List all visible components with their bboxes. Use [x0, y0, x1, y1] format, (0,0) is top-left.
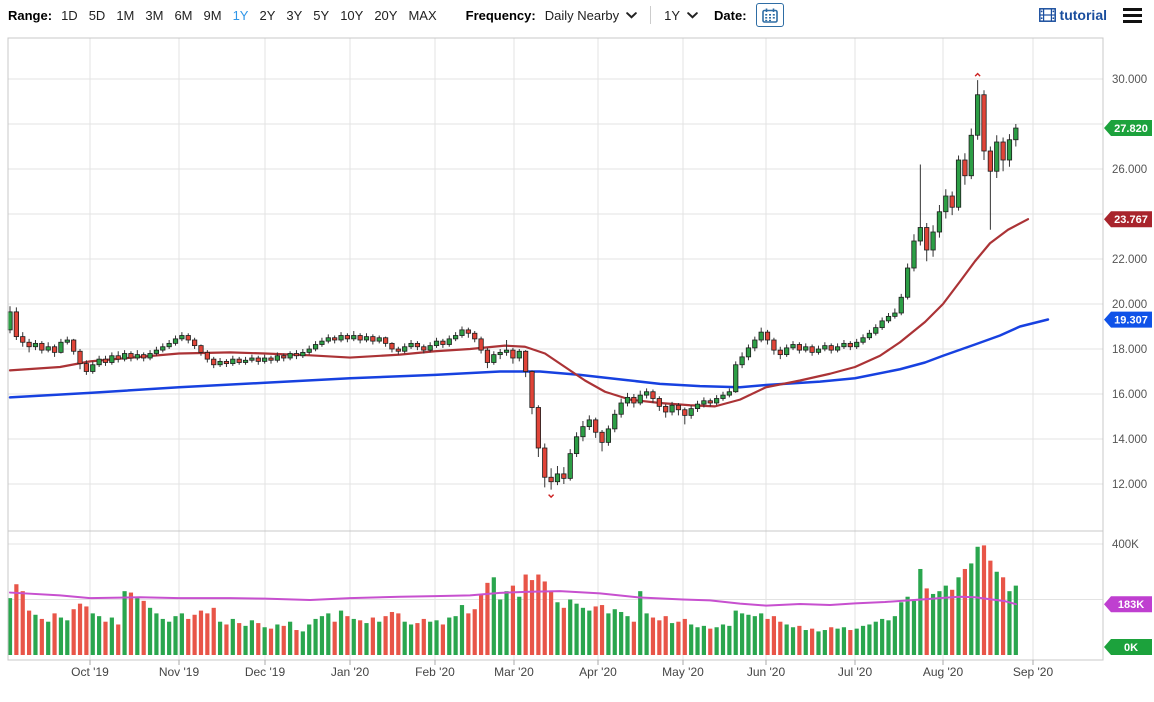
- period-select[interactable]: 1Y: [664, 8, 698, 23]
- svg-text:19.307: 19.307: [1114, 315, 1148, 327]
- svg-text:16.000: 16.000: [1112, 389, 1147, 401]
- hamburger-menu-icon[interactable]: [1123, 6, 1142, 24]
- tutorial-link[interactable]: tutorial: [1038, 7, 1107, 23]
- range-option-5d[interactable]: 5D: [89, 8, 106, 23]
- range-option-5y[interactable]: 5Y: [313, 8, 329, 23]
- chart-canvas[interactable]: 12.000 14.000 16.000 18.000 20.000 22.000 26.0…: [0, 30, 1154, 702]
- range-option-3m[interactable]: 3M: [145, 8, 163, 23]
- svg-text:22.000: 22.000: [1112, 254, 1147, 266]
- svg-text:14.000: 14.000: [1112, 434, 1147, 446]
- x-axis-labels: Oct '19 Nov '19 Dec '19 Jan '20 Feb '20 Mar '…: [71, 665, 1053, 679]
- toolbar-right-zone: tutorial: [1038, 6, 1154, 24]
- svg-text:27.820: 27.820: [1114, 123, 1148, 135]
- svg-text:20.000: 20.000: [1112, 299, 1147, 311]
- frequency-value: Daily Nearby: [544, 7, 620, 23]
- svg-text:Mar '20: Mar '20: [494, 665, 534, 679]
- red-ma-value-badge: 23.767: [1104, 211, 1152, 228]
- frequency-label: Frequency:: [465, 7, 536, 23]
- chevron-down-icon: [626, 11, 637, 19]
- chevron-down-icon: [687, 11, 698, 19]
- x-axis-ticks: [89, 660, 1034, 665]
- calendar-icon: [761, 8, 778, 23]
- date-picker-button[interactable]: [755, 3, 784, 27]
- svg-text:Oct '19: Oct '19: [71, 665, 109, 679]
- chart-application: { "toolbar": { "range_label": "Range:", …: [0, 0, 1154, 702]
- range-option-1y[interactable]: 1Y: [233, 8, 249, 23]
- date-label: Date:: [714, 7, 747, 23]
- range-option-2y[interactable]: 2Y: [259, 8, 275, 23]
- svg-text:Jun '20: Jun '20: [747, 665, 786, 679]
- svg-text:Jul '20: Jul '20: [838, 665, 873, 679]
- svg-text:Nov '19: Nov '19: [159, 665, 200, 679]
- svg-text:May '20: May '20: [662, 665, 704, 679]
- period-value: 1Y: [664, 7, 681, 23]
- range-label: Range:: [8, 7, 53, 23]
- svg-text:Sep '20: Sep '20: [1013, 665, 1054, 679]
- range-option-9m[interactable]: 9M: [204, 8, 222, 23]
- toolbar: Range: 1D 5D 1M 3M 6M 9M 1Y 2Y 3Y 5Y 10Y 20Y MAX Fre…: [0, 0, 1154, 30]
- svg-text:183K: 183K: [1118, 599, 1144, 611]
- svg-text:Apr '20: Apr '20: [579, 665, 617, 679]
- svg-text:18.000: 18.000: [1112, 344, 1147, 356]
- svg-text:0K: 0K: [1124, 642, 1138, 654]
- frequency-select[interactable]: Daily Nearby: [545, 8, 637, 23]
- range-options: 1D 5D 1M 3M 6M 9M 1Y 2Y 3Y 5Y 10Y 20Y MAX: [61, 8, 448, 23]
- range-option-20y[interactable]: 20Y: [374, 8, 397, 23]
- range-option-1m[interactable]: 1M: [116, 8, 134, 23]
- svg-text:Feb '20: Feb '20: [415, 665, 455, 679]
- svg-text:23.767: 23.767: [1114, 214, 1148, 226]
- range-option-10y[interactable]: 10Y: [340, 8, 363, 23]
- range-option-max[interactable]: MAX: [408, 8, 436, 23]
- range-option-3y[interactable]: 3Y: [286, 8, 302, 23]
- volume-last-badge: 0K: [1104, 639, 1152, 655]
- chart-area: 12.000 14.000 16.000 18.000 20.000 22.000 26.0…: [0, 30, 1154, 702]
- svg-text:Aug '20: Aug '20: [923, 665, 964, 679]
- svg-text:400K: 400K: [1112, 539, 1139, 551]
- blue-ma-value-badge: 19.307: [1104, 311, 1152, 328]
- last-price-badge: 27.820: [1104, 120, 1152, 137]
- tutorial-label: tutorial: [1059, 7, 1107, 23]
- range-option-6m[interactable]: 6M: [174, 8, 192, 23]
- svg-text:12.000: 12.000: [1112, 479, 1147, 491]
- svg-text:30.000: 30.000: [1112, 74, 1147, 86]
- toolbar-divider: [650, 6, 652, 24]
- volume-ma-value-badge: 183K: [1104, 596, 1152, 613]
- svg-text:Dec '19: Dec '19: [245, 665, 286, 679]
- svg-text:26.000: 26.000: [1112, 164, 1147, 176]
- range-option-1d[interactable]: 1D: [61, 8, 78, 23]
- svg-text:Jan '20: Jan '20: [331, 665, 370, 679]
- film-strip-icon: [1038, 8, 1056, 22]
